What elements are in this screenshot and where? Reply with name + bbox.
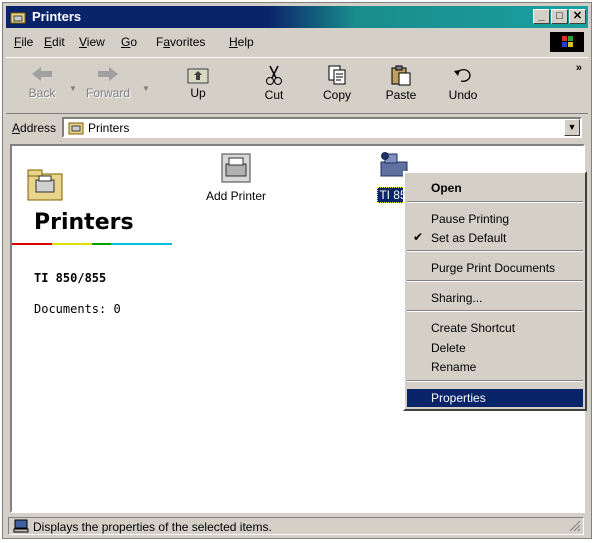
minimize-button[interactable]: _ xyxy=(533,9,550,24)
address-dropdown-button[interactable]: ▼ xyxy=(564,119,580,136)
computer-icon xyxy=(13,519,29,536)
menu-separator xyxy=(407,250,583,252)
documents-count: Documents: 0 xyxy=(34,302,121,316)
menu-open[interactable]: Open xyxy=(407,179,583,197)
menu-view[interactable]: View xyxy=(79,35,105,49)
printers-folder-icon xyxy=(10,9,26,25)
menu-rename[interactable]: Rename xyxy=(407,358,583,376)
back-dropdown-icon[interactable]: ▼ xyxy=(69,84,77,93)
resize-grip-icon[interactable] xyxy=(569,520,581,532)
pane-title: Printers xyxy=(34,210,134,235)
address-label: Address xyxy=(12,121,57,135)
context-menu: Open Pause Printing ✔ Set as Default Purg… xyxy=(403,171,587,411)
undo-icon xyxy=(454,68,471,82)
status-bar: Displays the properties of the selected … xyxy=(6,516,588,536)
status-text: Displays the properties of the selected … xyxy=(33,520,272,534)
maximize-button[interactable]: □ xyxy=(551,9,568,24)
forward-arrow-icon xyxy=(98,67,118,81)
menu-separator xyxy=(407,380,583,382)
toolbar-chevron-icon[interactable]: » xyxy=(576,62,582,74)
menu-pause-printing[interactable]: Pause Printing xyxy=(407,210,583,228)
address-bar: Address Printers ▼ xyxy=(6,115,588,141)
cut-button[interactable]: Cut xyxy=(248,62,300,108)
menu-edit[interactable]: Edit xyxy=(44,35,65,49)
menu-create-shortcut[interactable]: Create Shortcut xyxy=(407,319,583,337)
toolbar: Back ▼ Forward ▼ Up Cut Copy Paste Undo … xyxy=(6,57,588,114)
back-arrow-icon xyxy=(32,67,52,81)
menu-bar: File Edit View Go Favorites Help xyxy=(6,30,588,54)
menu-properties[interactable]: Properties xyxy=(407,389,583,407)
checkmark-icon: ✔ xyxy=(413,230,424,244)
forward-dropdown-icon[interactable]: ▼ xyxy=(142,84,150,93)
printers-folder-large-icon xyxy=(26,164,66,207)
menu-go[interactable]: Go xyxy=(121,35,137,49)
windows-logo-icon xyxy=(550,32,584,52)
menu-sharing[interactable]: Sharing... xyxy=(407,289,583,307)
menu-purge-print-documents[interactable]: Purge Print Documents xyxy=(407,259,583,277)
close-button[interactable]: ✕ xyxy=(569,9,586,24)
copy-button[interactable]: Copy xyxy=(311,62,363,108)
up-button[interactable]: Up xyxy=(172,62,224,108)
window-title: Printers xyxy=(32,9,82,24)
status-panel: Displays the properties of the selected … xyxy=(8,517,584,535)
undo-button[interactable]: Undo xyxy=(437,62,489,108)
title-underline xyxy=(12,243,172,245)
menu-separator xyxy=(407,280,583,282)
menu-help[interactable]: Help xyxy=(229,35,254,49)
paste-clipboard-icon xyxy=(391,65,411,86)
menu-file[interactable]: File xyxy=(14,35,33,49)
printers-folder-icon xyxy=(68,121,84,138)
back-button[interactable]: Back xyxy=(16,62,68,108)
menu-separator xyxy=(407,201,583,203)
menu-separator xyxy=(407,310,583,312)
title-bar[interactable]: Printers _ □ ✕ xyxy=(6,6,588,28)
copy-icon xyxy=(328,65,346,85)
explorer-window: Printers _ □ ✕ File Edit View Go Favorit… xyxy=(2,2,592,539)
scissors-icon xyxy=(266,65,282,85)
menu-favorites[interactable]: Favorites xyxy=(156,35,205,49)
menu-delete[interactable]: Delete xyxy=(407,339,583,357)
paste-button[interactable]: Paste xyxy=(375,62,427,108)
add-printer-icon xyxy=(221,153,251,183)
forward-button[interactable]: Forward xyxy=(82,62,134,108)
menu-set-as-default[interactable]: ✔ Set as Default xyxy=(407,229,583,247)
up-folder-icon xyxy=(187,68,209,84)
address-input[interactable]: Printers ▼ xyxy=(62,117,582,138)
selected-printer-name: TI 850/855 xyxy=(34,271,107,285)
add-printer-item[interactable]: Add Printer xyxy=(198,150,274,203)
